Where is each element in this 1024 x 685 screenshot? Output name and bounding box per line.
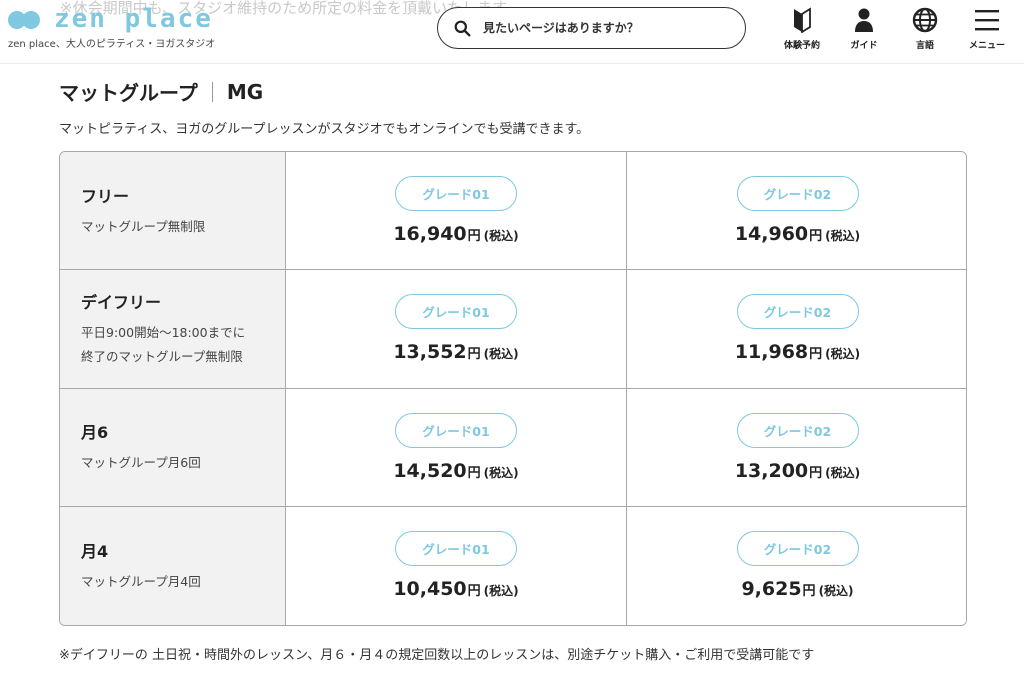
plan-description-line: 平日9:00開始〜18:00までに (81, 324, 246, 340)
price: 13,552 円 (税込) (393, 341, 518, 363)
price-amount: 10,450 (393, 578, 467, 601)
search-input[interactable] (483, 21, 713, 35)
tax-label: (税込) (483, 584, 519, 599)
person-icon (855, 8, 873, 32)
price-amount: 14,520 (393, 459, 467, 482)
tax-label: (税込) (825, 229, 861, 244)
currency: 円 (809, 465, 823, 481)
grade-01-button[interactable]: グレード01 (395, 294, 517, 330)
price-amount: 13,552 (393, 341, 467, 364)
grade-02-button[interactable]: グレード02 (736, 294, 859, 330)
plan-label-cell: フリー マットグループ無制限 (60, 152, 286, 271)
grade-02-button[interactable]: グレード02 (736, 176, 859, 212)
nav-guide-button[interactable]: ガイド (834, 6, 894, 56)
section-title: マットグループ (59, 81, 198, 105)
grade-01-button[interactable]: グレード01 (395, 176, 517, 212)
plan-description: マットグループ無制限 (81, 218, 206, 234)
currency: 円 (467, 229, 481, 245)
globe-icon (912, 7, 938, 33)
tax-label: (税込) (825, 347, 861, 362)
plan-label-cell: 月6 マットグループ月6回 (60, 388, 286, 507)
price: 13,200 円 (税込) (735, 460, 860, 482)
footnote: ※デイフリーの 土日祝・時間外のレッスン、月６・月４の規定回数以上のレッスンは、… (59, 648, 815, 663)
currency: 円 (809, 229, 823, 245)
tax-label: (税込) (818, 584, 854, 599)
tagline: zen place、大人のピラティス・ヨガスタジオ (8, 39, 216, 50)
price-cell-grade02: グレード02 13,200 円 (税込) (627, 388, 966, 507)
currency: 円 (467, 465, 481, 481)
price-cell-grade02: グレード02 9,625 円 (税込) (627, 506, 966, 625)
grade-02-button[interactable]: グレード02 (736, 531, 859, 567)
plan-name: 月6 (81, 423, 109, 443)
nav-trial-label: 体験予約 (783, 41, 820, 51)
price-cell-grade02: グレード02 11,968 円 (税込) (627, 270, 966, 389)
nav-language-label: 言語 (915, 41, 934, 51)
title-divider (211, 81, 213, 102)
page-title: マットグループ MG (59, 77, 263, 106)
plan-description: 平日9:00開始〜18:00までに 終了のマットグループ無制限 (81, 321, 285, 369)
nav-menu-label: メニュー (968, 41, 1005, 51)
plan-description: マットグループ月6回 (81, 455, 201, 471)
search-box[interactable] (437, 7, 746, 49)
price-amount: 9,625 (741, 578, 802, 601)
tax-label: (税込) (483, 229, 519, 244)
plan-name: 月4 (81, 541, 109, 561)
logo[interactable]: zen place (8, 6, 213, 32)
price-cell-grade02: グレード02 14,960 円 (税込) (627, 152, 966, 271)
grade-01-button[interactable]: グレード01 (395, 531, 517, 567)
beginner-mark-icon (794, 7, 811, 33)
plan-price-table: フリー マットグループ無制限 グレード01 16,940 円 (税込) グレード02… (59, 151, 967, 626)
price: 14,960 円 (税込) (735, 223, 860, 245)
plan-label-cell: 月4 マットグループ月4回 (60, 506, 286, 625)
currency: 円 (809, 347, 823, 363)
price-amount: 13,200 (734, 459, 809, 482)
tax-label: (税込) (483, 347, 519, 362)
price-cell-grade01: グレード01 10,450 円 (税込) (286, 506, 627, 625)
price: 9,625 円 (税込) (741, 578, 853, 600)
section-lead: マットピラティス、ヨガのグループレッスンがスタジオでもオンラインでも受講できます… (59, 122, 590, 137)
plan-description: マットグループ月4回 (81, 573, 201, 589)
price: 10,450 円 (税込) (393, 578, 518, 600)
hamburger-icon (975, 10, 999, 31)
plan-name: フリー (81, 186, 130, 206)
price-cell-grade01: グレード01 16,940 円 (税込) (286, 152, 627, 271)
grade-02-button[interactable]: グレード02 (736, 412, 859, 448)
nav-trial-button[interactable]: 体験予約 (772, 6, 832, 56)
currency: 円 (467, 347, 481, 363)
price-amount: 11,968 (734, 341, 809, 364)
search-icon (454, 20, 471, 36)
price-amount: 16,940 (393, 223, 467, 246)
nav-menu-button[interactable]: メニュー (957, 6, 1017, 56)
currency: 円 (467, 584, 481, 600)
price: 14,520 円 (税込) (393, 460, 518, 482)
section-code: MG (226, 79, 264, 104)
nav-guide-label: ガイド (850, 41, 878, 51)
grade-01-button[interactable]: グレード01 (395, 412, 517, 448)
nav-language-button[interactable]: 言語 (895, 6, 955, 56)
price-amount: 14,960 (734, 223, 809, 246)
logo-text: zen place (54, 4, 213, 34)
price: 11,968 円 (税込) (735, 341, 860, 363)
price-cell-grade01: グレード01 14,520 円 (税込) (286, 388, 627, 507)
plan-name: デイフリー (81, 292, 162, 312)
logo-mark-icon (8, 8, 42, 30)
tax-label: (税込) (483, 465, 519, 480)
currency: 円 (802, 584, 816, 600)
plan-label-cell: デイフリー 平日9:00開始〜18:00までに 終了のマットグループ無制限 (60, 270, 286, 389)
price-cell-grade01: グレード01 13,552 円 (税込) (286, 270, 627, 389)
price: 16,940 円 (税込) (393, 223, 518, 245)
site-header: zen place zen place、大人のピラティス・ヨガスタジオ 体験予約… (0, 0, 1024, 64)
tax-label: (税込) (825, 465, 861, 480)
plan-description-line: 終了のマットグループ無制限 (81, 348, 243, 364)
